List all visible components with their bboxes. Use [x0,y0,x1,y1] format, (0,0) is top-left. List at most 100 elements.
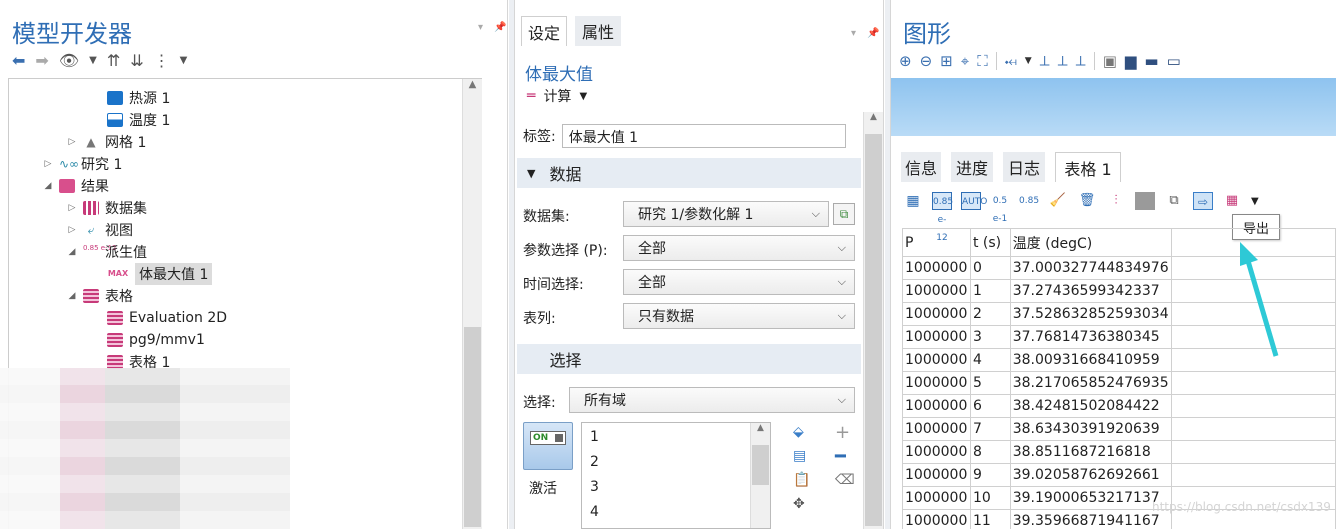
axes-icon[interactable]: ⤟ [1005,52,1017,70]
label-field[interactable]: 体最大值 1 [561,124,846,148]
expand-caret-icon[interactable]: ▷ [43,159,53,169]
table-row[interactable]: 1000000 5 38.217065852476935 [902,371,1336,395]
table-settings-icon[interactable]: ▦ [903,192,923,210]
zoom-box-icon[interactable]: ⊞ [940,52,953,70]
tab-settings[interactable]: 设定 [521,16,567,46]
auto-notation-icon[interactable]: AUTO [961,192,987,210]
table-graph-icon[interactable]: ⫶ [1106,192,1126,210]
clear-table-icon[interactable]: 🧹 [1048,192,1068,210]
time-select[interactable]: 全部 ⌵ [623,269,855,295]
tab-log[interactable]: 日志 [1003,152,1045,182]
param-select[interactable]: 全部 ⌵ [623,235,855,261]
tree-item-views[interactable]: ▷ ⤶ 视图 [67,219,133,241]
tree-item-table-pg9[interactable]: pg9/mmv1 [107,329,205,351]
table-cell[interactable]: 38.63430391920639 [1009,417,1172,441]
chevron-down-icon[interactable]: ▼ [1251,196,1259,207]
list-item[interactable]: 3 [590,479,599,495]
list-item[interactable]: 1 [590,429,599,445]
wireframe-icon[interactable]: ▬ [1144,52,1158,70]
list-scrollbar[interactable]: ▲ [750,423,770,528]
tree-item-mesh[interactable]: ▷ ▲ 网格 1 [67,131,147,153]
collapse-all-icon[interactable]: ⇈ [107,52,120,70]
table-cell[interactable]: 37.27436599342337 [1009,279,1172,303]
section-data-header[interactable]: ▼ 数据 [517,158,861,188]
calculate-button[interactable]: ═ 计算 ▼ [527,86,587,106]
table-cell[interactable]: 4 [969,348,1011,372]
column-header[interactable]: 温度 (degC) [1009,228,1172,257]
engineering-notation-icon[interactable]: 0.5 e-1 [990,192,1010,224]
tab-table-1[interactable]: 表格 1 [1055,152,1121,182]
collapse-caret-icon[interactable]: ◢ [43,181,53,191]
go-to-source-button[interactable]: ⧉ [833,203,855,225]
delete-icon[interactable]: 🗑 [1077,192,1097,210]
tree-item-results[interactable]: ◢ 结果 [43,175,109,197]
eye-dropdown-icon[interactable]: ▼ [89,52,97,70]
table-cell[interactable]: 1000000 [902,348,971,372]
table-cell[interactable]: 39.02058762692661 [1009,463,1172,487]
export-icon[interactable]: ⇨ [1193,192,1213,210]
add-icon[interactable]: + [835,422,850,443]
table-cell[interactable]: 1000000 [902,256,971,280]
table-cell[interactable]: 38.8511687216818 [1009,440,1172,464]
tree-item-study[interactable]: ▷ ∿∞ 研究 1 [43,153,123,175]
expand-all-icon[interactable]: ⇊ [130,52,143,70]
table-cell[interactable]: 6 [969,394,1011,418]
graphics-canvas[interactable] [891,78,1336,136]
table-cell[interactable]: 1000000 [902,394,971,418]
activation-toggle[interactable]: ON [523,422,573,470]
scrollbar-thumb[interactable] [865,134,882,526]
expand-caret-icon[interactable]: ▷ [67,137,77,147]
table-cell[interactable]: 37.76814736380345 [1009,325,1172,349]
zoom-selected-icon[interactable]: ⌖ [961,52,969,70]
panel-menu-icon[interactable]: ▾ [851,28,856,39]
tree-item-derived-values[interactable]: ◢ 0.85 e-12 派生值 [67,241,147,263]
collapse-caret-icon[interactable]: ◢ [67,247,77,257]
tree-scrollbar[interactable]: ▲ [462,79,482,529]
collapse-caret-icon[interactable]: ◢ [67,291,77,301]
expand-caret-icon[interactable]: ▷ [67,225,77,235]
pin-icon[interactable]: 📌 [494,22,506,33]
copy-table-icon[interactable]: ⧉ [1164,192,1184,210]
column-header[interactable]: P [902,228,971,257]
table-cell[interactable]: 5 [969,371,1011,395]
back-arrow-icon[interactable]: ⬅ [12,52,25,70]
view-zx-icon[interactable]: ⟂ [1076,52,1086,70]
table-cell[interactable]: 1000000 [902,371,971,395]
zoom-selection-icon[interactable]: ✥ [793,496,805,512]
tree-item-volume-max[interactable]: MAX 体最大值 1 [107,263,213,285]
table-cell[interactable]: 39.19000653217137 [1009,486,1172,510]
gray-square-icon[interactable] [1135,192,1155,210]
scroll-up-icon[interactable]: ▲ [751,423,770,433]
copy-selection-icon[interactable]: ▤ [793,448,806,464]
tree-item-temperature[interactable]: 温度 1 [107,109,170,131]
remove-icon[interactable]: ━ [835,446,846,467]
tree-item-datasets[interactable]: ▷ 数据集 [67,197,147,219]
scrollbar-thumb[interactable] [752,445,769,485]
table-cell[interactable]: 1 [969,279,1011,303]
table-cell[interactable]: 11 [969,509,1011,529]
panel-menu-icon[interactable]: ▾ [478,22,483,33]
tree-item-table-eval[interactable]: Evaluation 2D [107,307,227,329]
table-cell[interactable]: 38.217065852476935 [1009,371,1172,395]
settings-scrollbar[interactable]: ▲ [863,112,883,529]
zoom-out-icon[interactable]: ⊖ [920,52,933,70]
dataset-select[interactable]: 研究 1/参数化解 1 ⌵ [623,201,829,227]
table-cell[interactable]: 8 [969,440,1011,464]
table-cell[interactable]: 1000000 [902,463,971,487]
table-cell[interactable]: 3 [969,325,1011,349]
scrollbar-thumb[interactable] [464,327,481,527]
table-row[interactable]: 1000000 7 38.63430391920639 [902,417,1336,441]
table-format-icon[interactable]: ▦ [1222,192,1242,210]
view-xy-icon[interactable]: ⟂ [1040,52,1050,70]
eye-icon[interactable]: 👁 [59,52,79,70]
table-cell[interactable]: 38.42481502084422 [1009,394,1172,418]
axes-dropdown-icon[interactable]: ▼ [1025,56,1032,66]
table-cell[interactable]: 9 [969,463,1011,487]
section-selection-header[interactable]: ▼ 选择 [517,344,861,374]
clipboard-icon[interactable]: 📋 [793,472,810,488]
column-header[interactable]: t (s) [969,228,1011,257]
tree-item-tables[interactable]: ◢ 表格 [67,285,133,307]
transparency-icon[interactable]: ▣ [1103,52,1117,70]
table-cell[interactable]: 37.000327744834976 [1009,256,1172,280]
tab-progress[interactable]: 进度 [951,152,993,182]
